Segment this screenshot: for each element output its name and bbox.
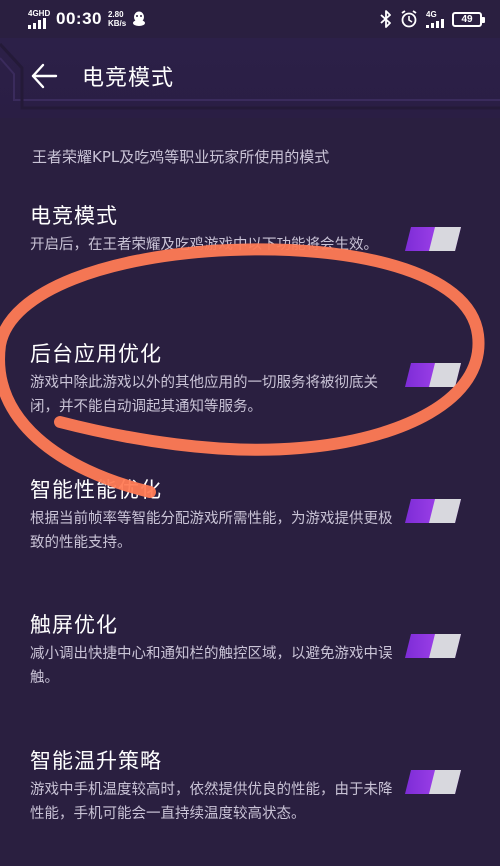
- battery-level: 49: [461, 13, 473, 25]
- smart-thermal-toggle[interactable]: [405, 770, 461, 794]
- cellular-icon: 4G: [426, 10, 444, 28]
- setting-touch-optimization: 触屏优化 减小调出快捷中心和通知栏的触控区域，以避免游戏中误触。: [30, 610, 475, 690]
- setting-esports-mode: 电竞模式 开启后，在王者荣耀及吃鸡游戏中以下功能将会生效。: [30, 201, 475, 257]
- page-title: 电竞模式: [82, 66, 175, 91]
- page-subtitle: 王者荣耀KPL及吃鸡等职业玩家所使用的模式: [32, 148, 330, 166]
- app-header: 电竞模式: [0, 38, 500, 118]
- signal-icon: 4GHD: [28, 8, 51, 29]
- clock: 00:30: [56, 9, 102, 28]
- hand-drawn-circle-annotation: [0, 243, 485, 498]
- setting-smart-performance: 智能性能优化 根据当前帧率等智能分配游戏所需性能，为游戏提供更极致的性能支持。: [30, 475, 475, 555]
- qq-icon: [133, 11, 146, 26]
- setting-smart-thermal: 智能温升策略 游戏中手机温度较高时，依然提供优良的性能，由于未降性能，手机可能会…: [30, 746, 475, 826]
- setting-description: 游戏中手机温度较高时，依然提供优良的性能，由于未降性能，手机可能会一直持续温度较…: [30, 782, 393, 822]
- esports-mode-toggle[interactable]: [405, 227, 461, 251]
- network-label: 4GHD: [28, 8, 51, 18]
- back-arrow-icon[interactable]: [30, 62, 58, 90]
- alarm-icon: [401, 10, 417, 28]
- network-speed: 2.80 KB/s: [107, 10, 127, 28]
- setting-description: 根据当前帧率等智能分配游戏所需性能，为游戏提供更极致的性能支持。: [30, 511, 393, 551]
- battery-icon: 49: [452, 11, 485, 27]
- header-decoration: [0, 42, 500, 110]
- status-bar: 4GHD 00:30 2.80 KB/s 4G 49: [0, 0, 500, 38]
- bluetooth-icon: [380, 10, 391, 28]
- touch-optimization-toggle[interactable]: [405, 634, 461, 658]
- background-app-optimization-toggle[interactable]: [405, 363, 461, 387]
- setting-background-app-optimization: 后台应用优化 游戏中除此游戏以外的其他应用的一切服务将被彻底关闭，并不能自动调起…: [30, 339, 475, 419]
- setting-description: 游戏中除此游戏以外的其他应用的一切服务将被彻底关闭，并不能自动调起其通知等服务。: [30, 375, 378, 415]
- setting-description: 开启后，在王者荣耀及吃鸡游戏中以下功能将会生效。: [30, 237, 378, 253]
- setting-description: 减小调出快捷中心和通知栏的触控区域，以避免游戏中误触。: [30, 646, 393, 686]
- smart-performance-toggle[interactable]: [405, 499, 461, 523]
